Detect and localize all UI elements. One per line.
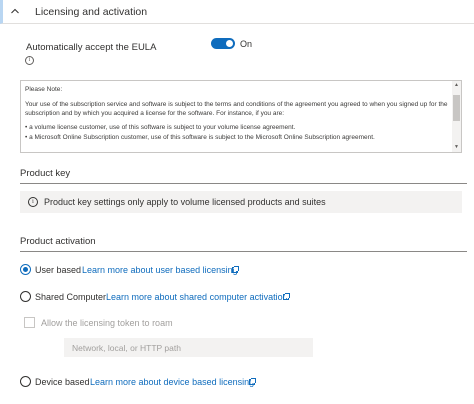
section-title: Licensing and activation: [35, 6, 148, 18]
radio-device-based[interactable]: [20, 376, 31, 387]
note-line: • a volume license customer, use of this…: [25, 124, 296, 132]
product-key-heading: Product key: [20, 168, 71, 179]
external-link-icon[interactable]: [283, 293, 290, 300]
external-link-icon[interactable]: [249, 378, 256, 385]
roam-path-input[interactable]: [64, 338, 313, 357]
roam-checkbox-label: Allow the licensing token to roam: [41, 318, 173, 328]
toggle-state-text: On: [240, 39, 253, 49]
note-line: Your use of the subscription service and…: [25, 100, 448, 118]
external-link-icon[interactable]: [232, 266, 239, 273]
eula-label: Automatically accept the EULA: [26, 42, 157, 53]
eula-note-box[interactable]: Please Note: Your use of the subscriptio…: [20, 80, 462, 153]
info-icon: i: [28, 197, 38, 207]
option-label-user-based: User based: [35, 265, 82, 275]
radio-shared-computer[interactable]: [20, 291, 31, 302]
section-header[interactable]: Licensing and activation: [0, 0, 474, 24]
link-shared-computer-activation[interactable]: Learn more about shared computer activat…: [106, 292, 288, 302]
banner-text: Product key settings only apply to volum…: [44, 197, 326, 207]
chevron-up-icon: [11, 8, 19, 14]
note-line: • a Microsoft Online Subscription custom…: [25, 133, 375, 141]
option-label-device-based: Device based: [35, 377, 90, 387]
activation-heading: Product activation: [20, 236, 96, 247]
note-text: Please Note: Your use of the subscriptio…: [25, 85, 449, 143]
product-key-banner: i Product key settings only apply to vol…: [20, 191, 462, 213]
toggle-knob: [226, 40, 233, 47]
scroll-up-icon[interactable]: ▲: [452, 81, 461, 90]
divider: [20, 183, 467, 184]
roam-checkbox[interactable]: [24, 317, 35, 328]
link-user-based-licensing[interactable]: Learn more about user based licensing: [82, 265, 238, 275]
info-icon: i: [25, 56, 34, 65]
scroll-thumb[interactable]: [453, 95, 460, 121]
link-device-based-licensing[interactable]: Learn more about device based licensing: [90, 377, 254, 387]
option-label-shared-computer: Shared Computer: [35, 292, 107, 302]
eula-toggle[interactable]: [211, 38, 235, 49]
note-scrollbar[interactable]: ▲ ▼: [452, 81, 461, 152]
divider: [20, 251, 467, 252]
scroll-down-icon[interactable]: ▼: [452, 143, 461, 152]
note-heading: Please Note:: [25, 86, 63, 93]
radio-user-based[interactable]: [20, 264, 31, 275]
